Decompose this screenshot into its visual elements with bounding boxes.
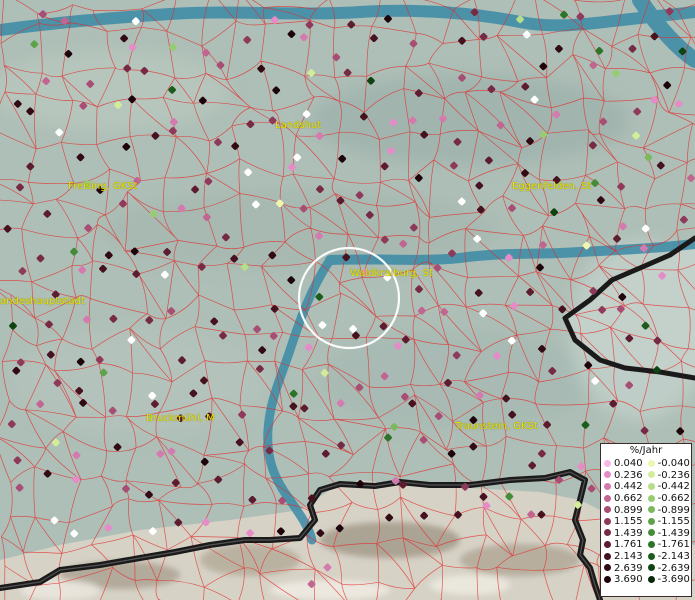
legend-swatch <box>604 575 611 583</box>
legend-unit: %/Jahr <box>629 445 663 456</box>
legend-swatch <box>647 552 655 560</box>
legend-swatch <box>604 552 611 560</box>
legend-value-negative: -0.236 <box>657 469 690 481</box>
legend-row: 3.690 -3.690 <box>603 574 690 586</box>
map-canvas[interactable] <box>0 0 695 600</box>
legend-row: 1.439 -1.439 <box>603 528 690 540</box>
legend-row: 1.761 -1.761 <box>603 539 690 551</box>
legend-swatch <box>604 564 611 572</box>
legend-row: 0.442 -0.442 <box>603 481 690 493</box>
town-label-waldkraiburg: Waldkraiburg, St <box>350 268 433 279</box>
map-view[interactable]: Landshut Freising, GKSt Eggenfelden, St … <box>0 0 695 600</box>
legend-value-positive: 1.761 <box>614 539 643 551</box>
legend-swatch <box>647 506 655 514</box>
town-label-freising: Freising, GKSt <box>68 181 138 192</box>
legend-value-positive: 0.236 <box>614 469 643 481</box>
legend-swatch <box>647 517 655 525</box>
legend-row: 0.040 -0.040 <box>603 458 690 470</box>
legend-row: 2.639 -2.639 <box>603 562 690 574</box>
legend-value-positive: 2.143 <box>614 551 643 563</box>
legend-value-negative: -1.761 <box>657 539 690 551</box>
town-label-bruckmuehl: Bruckmühl, M <box>146 413 215 424</box>
legend-row: 0.236 -0.236 <box>603 470 690 482</box>
legend-swatch <box>604 540 611 548</box>
legend-row: 0.899 -0.899 <box>603 504 690 516</box>
map-legend: %/Jahr 0.040 -0.040 0.236 -0.236 0.442 -0.442… <box>600 443 692 597</box>
legend-value-negative: -0.899 <box>657 504 690 516</box>
legend-value-positive: 2.639 <box>614 562 643 574</box>
legend-swatch <box>604 494 611 502</box>
legend-value-negative: -1.439 <box>657 527 690 539</box>
legend-value-negative: -2.639 <box>657 562 690 574</box>
legend-swatch <box>647 459 655 467</box>
legend-row: 2.143 -2.143 <box>603 551 690 563</box>
legend-swatch <box>647 494 655 502</box>
legend-value-positive: 0.442 <box>614 481 643 493</box>
legend-value-positive: 3.690 <box>614 574 643 586</box>
legend-value-positive: 0.040 <box>614 458 643 470</box>
legend-swatch <box>604 471 611 479</box>
town-label-landshut: Landshut <box>275 120 322 131</box>
legend-value-positive: 0.899 <box>614 504 643 516</box>
legend-value-negative: -0.040 <box>657 458 690 470</box>
town-label-landeshauptstadt: andeshauptstadt <box>0 296 85 307</box>
legend-value-positive: 0.662 <box>614 493 643 505</box>
legend-swatch <box>647 575 655 583</box>
legend-value-negative: -1.155 <box>657 516 690 528</box>
legend-value-positive: 1.155 <box>614 516 643 528</box>
legend-swatch <box>604 482 611 490</box>
legend-row: 0.662 -0.662 <box>603 493 690 505</box>
legend-swatch <box>604 517 611 525</box>
legend-table: 0.040 -0.040 0.236 -0.236 0.442 -0.442 0.662 -0… <box>603 458 690 586</box>
legend-value-negative: -0.662 <box>657 493 690 505</box>
town-label-traunstein: Traunstein, GKSt <box>455 421 538 432</box>
legend-swatch <box>604 529 611 537</box>
legend-swatch <box>647 540 655 548</box>
legend-swatch <box>647 564 655 572</box>
legend-swatch <box>647 471 655 479</box>
legend-swatch <box>647 482 655 490</box>
legend-value-negative: -3.690 <box>657 574 690 586</box>
legend-row: 1.155 -1.155 <box>603 516 690 528</box>
legend-swatch <box>647 529 655 537</box>
legend-value-positive: 1.439 <box>614 527 643 539</box>
legend-value-negative: -2.143 <box>657 551 690 563</box>
legend-swatch <box>604 459 611 467</box>
legend-swatch <box>604 506 611 514</box>
legend-value-negative: -0.442 <box>657 481 690 493</box>
town-label-eggenfelden: Eggenfelden, St <box>512 181 592 192</box>
